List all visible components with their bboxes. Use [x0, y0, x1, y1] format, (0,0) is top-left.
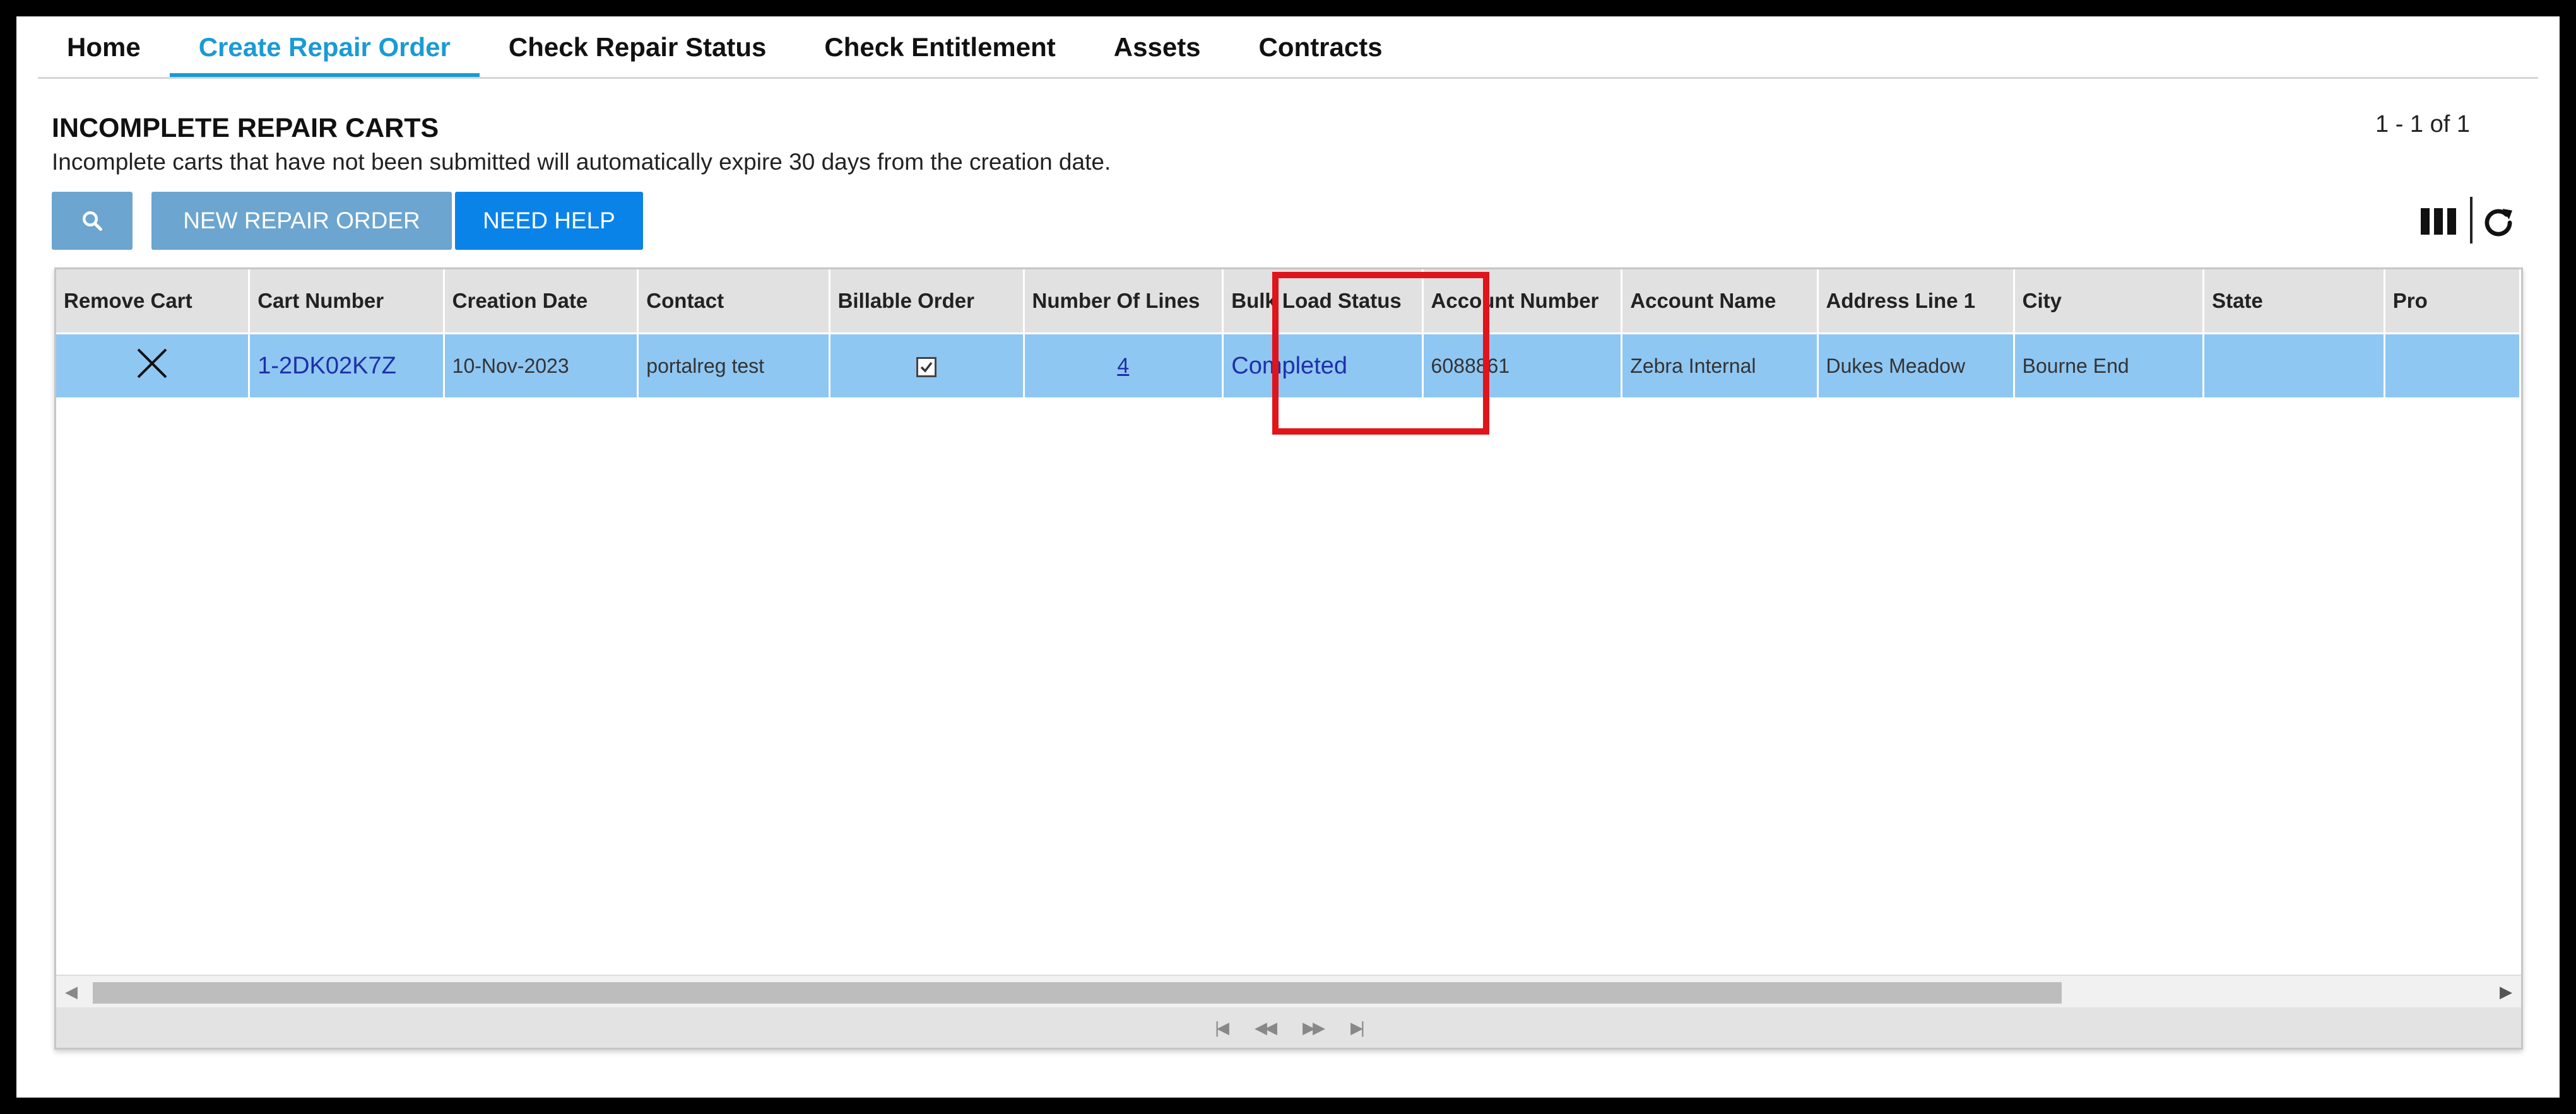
city-cell: Bourne End — [2014, 332, 2205, 397]
page-title: INCOMPLETE REPAIR CARTS — [52, 113, 439, 143]
scroll-left-icon[interactable]: ◀ — [65, 982, 78, 1002]
scrollbar-thumb[interactable] — [93, 982, 2062, 1004]
tab-create-repair-order[interactable]: Create Repair Order — [169, 16, 480, 77]
number-of-lines-cell: 4 — [1024, 332, 1224, 397]
horizontal-scrollbar[interactable]: ◀ ▶ — [56, 975, 2521, 1009]
page-subtitle: Incomplete carts that have not been subm… — [52, 149, 1111, 175]
prev-page-icon[interactable]: ◀◀ — [1255, 1018, 1277, 1038]
billable-checkbox — [916, 357, 937, 378]
billable-order-cell — [829, 332, 1025, 397]
col-header-account-name[interactable]: Account Name — [1621, 269, 1819, 334]
state-cell — [2203, 332, 2385, 397]
remove-cart-cell[interactable] — [56, 332, 251, 397]
column-chooser-icon[interactable] — [2419, 206, 2457, 237]
col-header-billable-order[interactable]: Billable Order — [829, 269, 1025, 334]
address-line-1-cell: Dukes Meadow — [1817, 332, 2015, 397]
col-header-cart-number[interactable]: Cart Number — [249, 269, 445, 334]
need-help-button[interactable]: NEED HELP — [455, 192, 643, 250]
tab-home[interactable]: Home — [38, 16, 170, 77]
app-frame: Home Create Repair Order Check Repair St… — [16, 16, 2560, 1098]
account-name-cell: Zebra Internal — [1621, 332, 1819, 397]
col-header-number-of-lines[interactable]: Number Of Lines — [1024, 269, 1224, 334]
creation-date-cell: 10-Nov-2023 — [444, 332, 639, 397]
highlight-annotation-box — [1272, 272, 1489, 435]
col-header-state[interactable]: State — [2203, 269, 2385, 334]
top-nav: Home Create Repair Order Check Repair St… — [38, 16, 2538, 79]
col-header-contact[interactable]: Contact — [637, 269, 830, 334]
grid-pager: |◀ ◀◀ ▶▶ ▶| — [56, 1007, 2521, 1048]
col-header-pro[interactable]: Pro — [2384, 269, 2521, 334]
number-of-lines-link[interactable]: 4 — [1117, 354, 1129, 378]
paging-info: 1 - 1 of 1 — [2375, 111, 2470, 138]
cart-number-cell[interactable]: 1-2DK02K7Z — [249, 332, 445, 397]
scroll-right-icon[interactable]: ▶ — [2500, 982, 2512, 1002]
pro-cell — [2384, 332, 2521, 397]
contact-cell: portalreg test — [637, 332, 830, 397]
search-icon — [83, 211, 103, 232]
close-icon[interactable] — [134, 346, 170, 381]
col-header-address-line-1[interactable]: Address Line 1 — [1817, 269, 2015, 334]
col-header-remove-cart[interactable]: Remove Cart — [56, 269, 251, 334]
tab-check-entitlement[interactable]: Check Entitlement — [795, 16, 1084, 77]
tab-contracts[interactable]: Contracts — [1230, 16, 1412, 77]
search-button[interactable] — [52, 192, 133, 250]
new-repair-order-button[interactable]: NEW REPAIR ORDER — [151, 192, 452, 250]
refresh-icon[interactable] — [2479, 203, 2518, 242]
col-header-creation-date[interactable]: Creation Date — [444, 269, 639, 334]
first-page-icon[interactable]: |◀ — [1215, 1018, 1229, 1038]
tab-check-repair-status[interactable]: Check Repair Status — [480, 16, 795, 77]
checkmark-icon — [920, 362, 933, 373]
next-page-icon[interactable]: ▶▶ — [1303, 1018, 1325, 1038]
tab-assets[interactable]: Assets — [1085, 16, 1230, 77]
last-page-icon[interactable]: ▶| — [1350, 1018, 1365, 1038]
toolbar-divider — [2470, 197, 2473, 243]
col-header-city[interactable]: City — [2014, 269, 2205, 334]
